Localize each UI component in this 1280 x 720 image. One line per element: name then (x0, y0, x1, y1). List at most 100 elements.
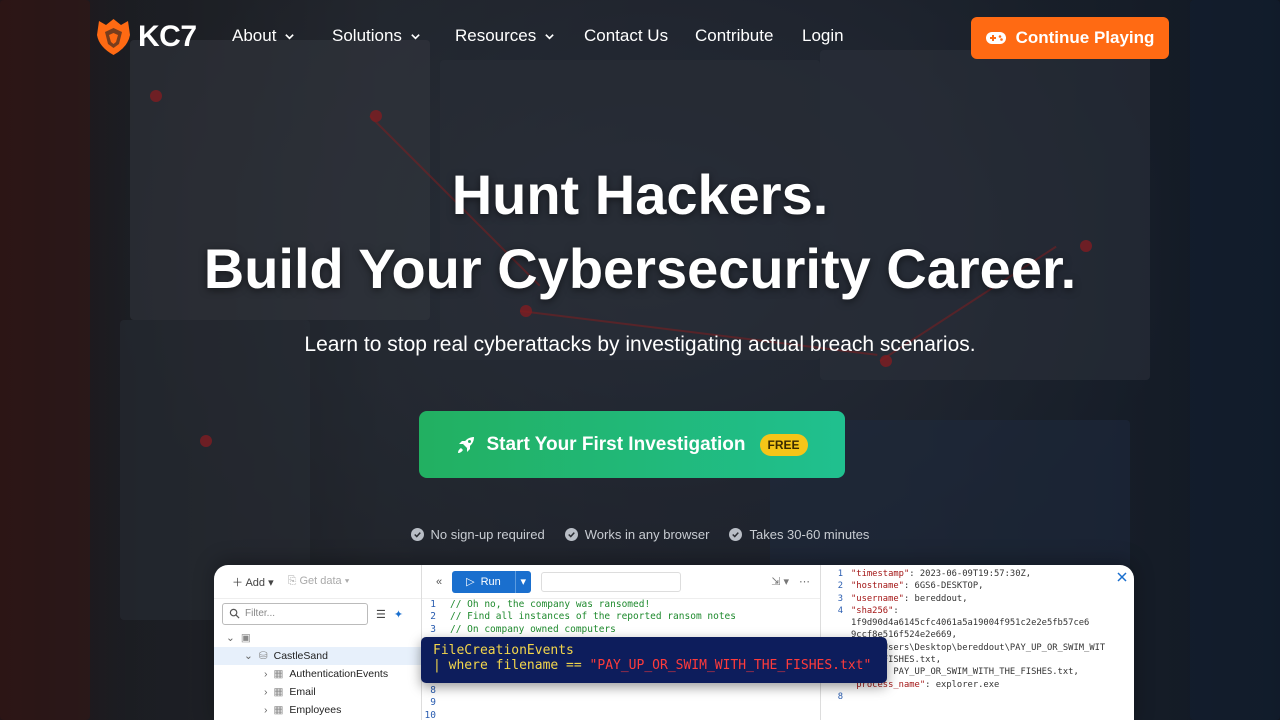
nav-resources-label: Resources (455, 26, 537, 45)
perk-item: Takes 30-60 minutes (729, 527, 869, 542)
check-circle-icon (410, 528, 424, 541)
collapse-left-icon: « (436, 575, 443, 588)
hero-subtitle: Learn to stop real cyberattacks by inves… (304, 333, 976, 356)
callout-line2: | where filename == "PAY_UP_OR_SWIM_WITH… (433, 658, 872, 673)
callout-line1: FileCreationEvents (433, 643, 574, 658)
json-value: : 2023-06-09T19:57:30Z, (909, 569, 1032, 579)
add-menu: ＋ Add ▾ (232, 576, 274, 589)
query-scope-field (540, 571, 681, 592)
tree-root: ⌄ ▣ (226, 632, 251, 644)
line-number: 1 (837, 569, 843, 579)
line-number: 4 (837, 605, 843, 616)
continue-playing-label: Continue Playing (1015, 28, 1155, 47)
json-value: : bereddout, (903, 593, 968, 604)
tree-item-database: ⌄ ⛁ CastleSand (214, 647, 421, 665)
start-investigation-button[interactable]: Start Your First Investigation FREE (419, 411, 845, 478)
line-number: 9 (430, 697, 436, 709)
database-explorer-pane: ＋ Add ▾ ⎘ Get data ▾ Filter... ☰ ✦ ⌄ ▣ ⌄ ⛁… (214, 565, 422, 720)
json-value: : (893, 605, 899, 616)
collapse-icon: ☰ (376, 608, 386, 621)
nav-contact-us-label: Contact Us (584, 26, 669, 45)
tree-item-table: › ▦ AuthenticationEvents (264, 668, 389, 680)
hero-title-line1: Hunt Hackers. (451, 163, 829, 226)
code-line: 3 // On company owned computers (422, 624, 820, 636)
hero-title-line2: Build Your Cybersecurity Career. (203, 237, 1077, 300)
nav-about[interactable]: About (232, 26, 295, 46)
json-key: "sha256" (851, 605, 894, 616)
line-number: 3 (430, 623, 436, 635)
continue-playing-button[interactable]: Continue Playing (971, 17, 1169, 59)
json-key: "username" (851, 593, 904, 604)
nav-about-label: About (232, 26, 277, 45)
json-line: 8 (821, 692, 1134, 704)
filter-row: Filter... ☰ ✦ (214, 599, 421, 629)
check-circle-icon (564, 528, 578, 541)
chevron-down-icon (545, 33, 555, 40)
nav-contribute[interactable]: Contribute (695, 26, 773, 46)
chevron-down-icon (285, 33, 295, 40)
perk-label: No sign-up required (430, 527, 545, 542)
close-icon (1117, 572, 1127, 582)
free-badge: FREE (759, 433, 808, 456)
nav-solutions[interactable]: Solutions (332, 26, 421, 46)
filter-input: Filter... (222, 603, 368, 625)
perk-label: Takes 30-60 minutes (749, 527, 870, 542)
code-line: 1 // Oh no, the company was ransomed! (422, 599, 820, 611)
json-line: 2 "hostname": 6GS6-DESKTOP, (821, 581, 1134, 593)
perk-item: Works in any browser (564, 527, 710, 542)
more-icon: ⋯ (799, 576, 810, 588)
line-number: 2 (837, 581, 843, 592)
code-line: 10 (422, 710, 820, 720)
code-text: // Oh no, the company was ransomed! (450, 599, 651, 610)
chevron-down-icon: ▾ (514, 570, 531, 593)
pin-icon: ✦ (393, 608, 404, 621)
gamepad-icon (985, 32, 1006, 44)
nav-contribute-label: Contribute (695, 26, 774, 45)
run-button: ▷ Run ▾ (452, 570, 531, 593)
search-icon (229, 608, 240, 619)
filter-placeholder: Filter... (245, 608, 276, 619)
nav-login[interactable]: Login (802, 26, 844, 46)
nav-login-label: Login (802, 26, 844, 45)
tree-item-table: › ▦ Employees (264, 704, 342, 716)
nav-resources[interactable]: Resources (455, 26, 555, 46)
json-key: "hostname" (851, 581, 904, 592)
perk-item: No sign-up required (410, 527, 545, 542)
top-navigation: KC7 About Solutions Resources Contact Us… (0, 0, 1280, 76)
line-number: 8 (837, 691, 843, 702)
code-text: // On company owned computers (450, 623, 616, 635)
json-line: 1 "timestamp": 2023-06-09T19:57:30Z, (821, 569, 1134, 581)
shield-logo-icon (97, 19, 130, 55)
json-value: ": C:\Users\Desktop\bereddout\PAY_UP_OR_… (851, 642, 1106, 653)
get-data-menu: ⎘ Get data ▾ (287, 575, 350, 587)
json-key: "timestamp" (851, 569, 910, 579)
perk-label: Works in any browser (584, 527, 710, 542)
json-line: 4 "sha256": (821, 606, 1134, 618)
line-number: 8 (430, 685, 436, 697)
line-number (821, 618, 851, 630)
json-value: 1f9d90d4a6145cfc4061a5a19004f951c2e2e5fb… (851, 618, 1090, 629)
check-circle-icon (729, 528, 743, 541)
json-record: 1 "timestamp": 2023-06-09T19:57:30Z, 2 "hos… (821, 565, 1134, 704)
start-investigation-label: Start Your First Investigation (486, 433, 746, 455)
json-line: 3 "username": bereddout, (821, 594, 1134, 606)
line-number: 3 (837, 593, 843, 604)
json-line: 1f9d90d4a6145cfc4061a5a19004f951c2e2e5fb… (821, 618, 1134, 630)
share-icon: ⇲ ▾ (771, 576, 789, 588)
code-line: 8 (422, 685, 820, 697)
nav-solutions-label: Solutions (332, 26, 402, 45)
line-number: 1 (430, 599, 436, 610)
kc7-logo[interactable]: KC7 (95, 17, 197, 57)
nav-contact-us[interactable]: Contact Us (584, 26, 668, 46)
tree-item-table: › ▦ Email (264, 686, 316, 698)
line-number: 2 (430, 611, 436, 623)
play-icon: ▷ (466, 576, 475, 588)
kql-query-callout: FileCreationEvents | where filename == "… (421, 637, 887, 683)
chevron-down-icon (411, 33, 420, 40)
rocket-icon (458, 436, 475, 453)
explorer-toolbar: ＋ Add ▾ ⎘ Get data ▾ (214, 565, 421, 599)
brand-wordmark: KC7 (138, 20, 197, 53)
json-value: : 6GS6-DESKTOP, (903, 581, 984, 592)
json-value: : explorer.exe (925, 679, 1000, 690)
line-number: 10 (424, 709, 436, 720)
